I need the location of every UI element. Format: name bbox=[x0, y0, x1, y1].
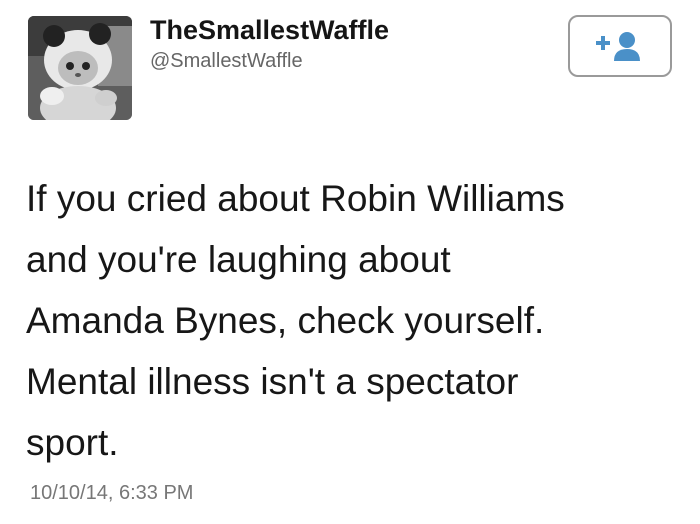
tweet-text-line: Mental illness isn't a spectator bbox=[26, 361, 519, 402]
display-name[interactable]: TheSmallestWaffle bbox=[150, 12, 389, 48]
tweet-text-line: sport. bbox=[26, 422, 119, 463]
tweet-text-line: If you cried about Robin Williams bbox=[26, 178, 565, 219]
tweet-text: If you cried about Robin Williams and yo… bbox=[26, 168, 676, 473]
tweet-text-line: Amanda Bynes, check yourself. bbox=[26, 300, 545, 341]
tweet-card: TheSmallestWaffle @SmallestWaffle If you… bbox=[0, 0, 700, 524]
tweet-timestamp[interactable]: 10/10/14, 6:33 PM bbox=[30, 480, 193, 506]
user-info: TheSmallestWaffle @SmallestWaffle bbox=[150, 12, 389, 74]
add-user-icon bbox=[596, 32, 640, 61]
follow-button[interactable] bbox=[568, 15, 672, 77]
user-handle[interactable]: @SmallestWaffle bbox=[150, 48, 389, 74]
avatar-image bbox=[28, 16, 132, 120]
avatar[interactable] bbox=[28, 16, 132, 120]
tweet-text-line: and you're laughing about bbox=[26, 239, 451, 280]
